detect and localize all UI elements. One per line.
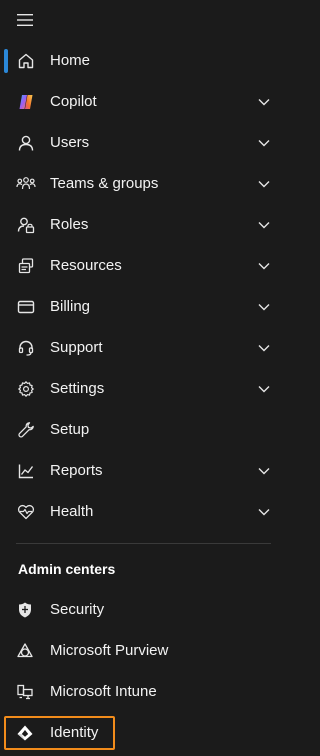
nav-item-home[interactable]: Home	[0, 41, 283, 82]
teams-groups-icon	[16, 174, 36, 194]
purview-icon	[15, 641, 35, 661]
chevron-down-icon[interactable]	[257, 218, 271, 232]
nav-item-label: Billing	[50, 298, 91, 315]
hamburger-menu-button[interactable]	[14, 10, 36, 30]
nav-item-copilot[interactable]: Copilot	[0, 82, 283, 123]
nav-item-label: Settings	[50, 380, 105, 397]
chevron-down-icon[interactable]	[257, 464, 271, 478]
nav-item-label: Copilot	[50, 93, 97, 110]
admin-item-microsoft-purview[interactable]: Microsoft Purview	[0, 631, 283, 672]
copilot-icon	[16, 92, 36, 112]
nav-item-label: Support	[50, 339, 103, 356]
admin-item-identity[interactable]: Identity	[0, 713, 283, 754]
gear-icon	[16, 379, 36, 399]
admin-item-label: Microsoft Intune	[50, 683, 157, 700]
chevron-down-icon[interactable]	[257, 382, 271, 396]
nav-item-billing[interactable]: Billing	[0, 287, 283, 328]
admin-centers-heading: Admin centers	[18, 561, 116, 577]
nav-item-reports[interactable]: Reports	[0, 451, 283, 492]
chevron-down-icon[interactable]	[257, 341, 271, 355]
nav-item-settings[interactable]: Settings	[0, 369, 283, 410]
admin-item-microsoft-intune[interactable]: Microsoft Intune	[0, 672, 283, 713]
nav-item-label: Users	[50, 134, 90, 151]
headset-icon	[16, 338, 36, 358]
nav-item-resources[interactable]: Resources	[0, 246, 283, 287]
nav-item-label: Teams & groups	[50, 175, 159, 192]
hamburger-icon	[17, 14, 33, 26]
wrench-icon	[16, 420, 36, 440]
nav-item-health[interactable]: Health	[0, 492, 283, 533]
admin-item-label: Identity	[50, 724, 99, 741]
nav-item-setup[interactable]: Setup	[0, 410, 283, 451]
resources-icon	[16, 256, 36, 276]
intune-icon	[15, 682, 35, 702]
nav-item-label: Health	[50, 503, 94, 520]
nav-item-label: Resources	[50, 257, 122, 274]
identity-icon	[15, 723, 35, 743]
admin-item-label: Security	[50, 601, 105, 618]
admin-item-security[interactable]: Security	[0, 590, 283, 631]
chevron-down-icon[interactable]	[257, 95, 271, 109]
user-icon	[16, 133, 36, 153]
roles-icon	[16, 215, 36, 235]
heart-pulse-icon	[16, 502, 36, 522]
nav-item-users[interactable]: Users	[0, 123, 283, 164]
nav-item-roles[interactable]: Roles	[0, 205, 283, 246]
nav-item-label: Roles	[50, 216, 89, 233]
section-divider	[16, 543, 271, 544]
chevron-down-icon[interactable]	[257, 259, 271, 273]
billing-icon	[16, 297, 36, 317]
nav-item-label: Setup	[50, 421, 90, 438]
chevron-down-icon[interactable]	[257, 505, 271, 519]
shield-icon	[15, 600, 35, 620]
chevron-down-icon[interactable]	[257, 136, 271, 150]
admin-centers-list: Security Microsoft Purview Microsoft Int…	[0, 590, 283, 754]
chevron-down-icon[interactable]	[257, 300, 271, 314]
nav-item-label: Reports	[50, 462, 103, 479]
admin-item-label: Microsoft Purview	[50, 642, 169, 659]
main-nav: Home Copilot Users Teams & groups Roles …	[0, 41, 283, 533]
home-icon	[16, 51, 36, 71]
nav-item-label: Home	[50, 52, 91, 69]
nav-item-support[interactable]: Support	[0, 328, 283, 369]
chevron-down-icon[interactable]	[257, 177, 271, 191]
chart-line-icon	[16, 461, 36, 481]
nav-item-teams-groups[interactable]: Teams & groups	[0, 164, 283, 205]
